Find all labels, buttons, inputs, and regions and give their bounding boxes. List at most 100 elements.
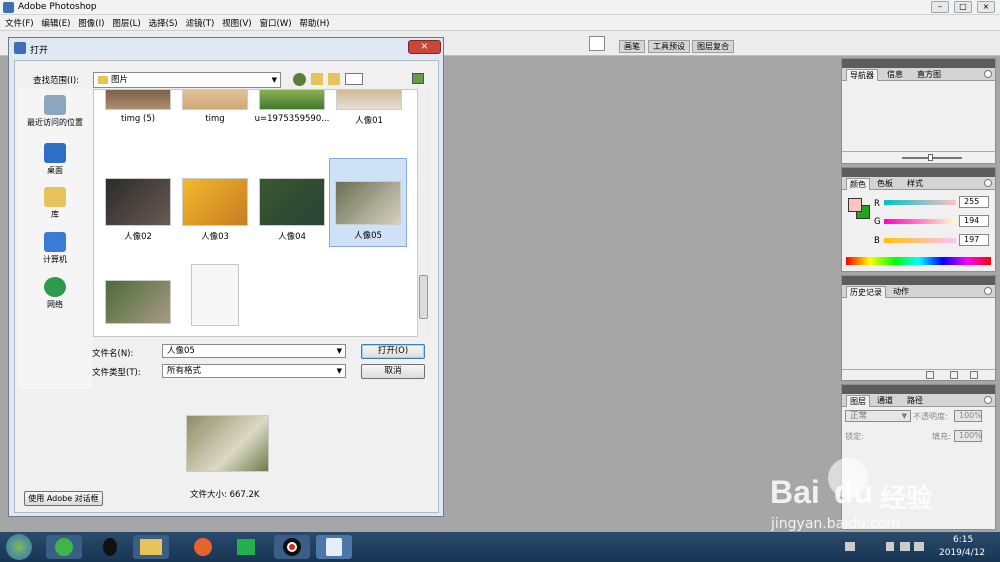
file-size-label: 文件大小: 667.2K	[190, 490, 260, 500]
dialog-title-bar: 打开 ×	[9, 38, 443, 58]
tab-info[interactable]: 信息	[884, 69, 906, 80]
place-computer[interactable]: 计算机	[18, 232, 92, 265]
use-adobe-dialog-button[interactable]: 使用 Adobe 对话框	[24, 491, 103, 506]
place-library[interactable]: 库	[18, 187, 92, 220]
minimize-button[interactable]: –	[931, 1, 949, 13]
keyboard-icon[interactable]	[845, 542, 855, 551]
filetype-select[interactable]: 所有格式 ▼	[162, 364, 346, 378]
foreground-color-swatch[interactable]	[848, 198, 862, 212]
file-item[interactable]: u=1975359590...	[254, 90, 330, 124]
dialog-close-button[interactable]: ×	[408, 40, 441, 54]
r-label: R	[874, 199, 880, 209]
screen-recorder-icon[interactable]	[274, 535, 310, 559]
tab-tool-presets[interactable]: 工具预设	[648, 40, 690, 53]
trash-icon[interactable]	[970, 371, 978, 379]
place-recent[interactable]: 最近访问的位置	[18, 95, 92, 128]
tab-styles[interactable]: 样式	[904, 178, 926, 189]
iqiyi-icon[interactable]	[228, 535, 264, 559]
panel-menu-icon[interactable]	[984, 70, 992, 78]
tab-layer-comps[interactable]: 图层复合	[692, 40, 734, 53]
menu-select[interactable]: 选择(S)	[149, 17, 178, 29]
blend-mode-select[interactable]: 正常 ▼	[845, 410, 911, 422]
file-item[interactable]: 人像03	[177, 178, 253, 242]
tab-brushes[interactable]: 画笔	[619, 40, 645, 53]
file-list-scrollbar[interactable]	[417, 89, 429, 337]
firefox-icon[interactable]	[185, 535, 221, 559]
place-network[interactable]: 网络	[18, 277, 92, 310]
chevron-down-icon: ▼	[271, 76, 277, 84]
menu-filter[interactable]: 滤镜(T)	[185, 17, 214, 29]
zoom-slider-thumb[interactable]	[928, 154, 933, 161]
panel-menu-icon[interactable]	[984, 396, 992, 404]
up-folder-icon[interactable]	[311, 73, 323, 85]
open-button[interactable]: 打开(O)	[361, 344, 425, 359]
file-browser-icon[interactable]	[589, 36, 605, 51]
tab-color[interactable]: 颜色	[846, 178, 870, 190]
menu-file[interactable]: 文件(F)	[5, 17, 34, 29]
menu-edit[interactable]: 编辑(E)	[41, 17, 70, 29]
flag-icon[interactable]	[886, 542, 894, 551]
back-icon[interactable]	[293, 73, 306, 86]
cancel-button[interactable]: 取消	[361, 364, 425, 379]
file-item[interactable]: 人像01	[331, 90, 407, 126]
tab-paths[interactable]: 路径	[904, 395, 926, 406]
360-browser-icon[interactable]	[46, 535, 82, 559]
chevron-down-icon: ▼	[336, 367, 342, 375]
g-slider[interactable]	[884, 219, 956, 224]
file-item-selected[interactable]: 人像05	[329, 158, 407, 247]
maximize-button[interactable]: □	[954, 1, 972, 13]
adobe-folder-icon[interactable]	[412, 73, 424, 84]
image-thumbnail	[259, 178, 325, 226]
qq-icon[interactable]	[92, 535, 128, 559]
tab-channels[interactable]: 通道	[874, 395, 896, 406]
app-close-button[interactable]: ×	[977, 1, 995, 13]
tab-layers[interactable]: 图层	[846, 395, 870, 407]
b-value-input[interactable]: 197	[959, 234, 989, 246]
r-slider[interactable]	[884, 200, 956, 205]
menu-layer[interactable]: 图层(L)	[112, 17, 140, 29]
file-item[interactable]: 人像02	[100, 178, 176, 242]
place-desktop[interactable]: 桌面	[18, 143, 92, 176]
color-spectrum-bar[interactable]	[846, 257, 991, 265]
fill-input[interactable]: 100%	[954, 430, 982, 442]
file-item[interactable]	[100, 280, 176, 328]
image-thumbnail	[259, 90, 325, 110]
file-item[interactable]: 人像04	[254, 178, 330, 242]
network-tray-icon[interactable]	[914, 542, 924, 551]
clock-time[interactable]: 6:15	[953, 535, 973, 545]
tab-actions[interactable]: 动作	[890, 286, 912, 297]
recent-places-icon	[44, 95, 66, 115]
g-label: G	[874, 217, 881, 227]
new-snapshot-icon[interactable]	[926, 371, 934, 379]
b-slider[interactable]	[884, 238, 956, 243]
file-item[interactable]: timg	[177, 90, 253, 124]
view-menu-icon[interactable]	[345, 73, 363, 85]
r-value-input[interactable]: 255	[959, 196, 989, 208]
menu-window[interactable]: 窗口(W)	[260, 17, 292, 29]
new-document-icon[interactable]	[950, 371, 958, 379]
new-folder-icon[interactable]	[328, 73, 340, 85]
menu-view[interactable]: 视图(V)	[222, 17, 251, 29]
file-explorer-icon[interactable]	[133, 535, 169, 559]
tab-history[interactable]: 历史记录	[846, 286, 886, 298]
tab-swatches[interactable]: 色板	[874, 178, 896, 189]
volume-icon[interactable]	[900, 542, 910, 551]
history-panel: 历史记录 动作	[841, 275, 996, 381]
menu-image[interactable]: 图像(I)	[78, 17, 104, 29]
lookin-select[interactable]: 图片 ▼	[93, 72, 281, 88]
start-button-icon[interactable]	[6, 534, 32, 560]
opacity-input[interactable]: 100%	[954, 410, 982, 422]
filename-input[interactable]: 人像05 ▼	[162, 344, 346, 358]
panel-menu-icon[interactable]	[984, 287, 992, 295]
file-item[interactable]	[177, 264, 253, 326]
g-value-input[interactable]: 194	[959, 215, 989, 227]
file-item[interactable]: timg (5)	[100, 90, 176, 124]
lookin-label: 查找范围(I):	[33, 76, 80, 86]
panel-menu-icon[interactable]	[984, 179, 992, 187]
scrollbar-thumb[interactable]	[419, 275, 428, 319]
clock-date[interactable]: 2019/4/12	[939, 548, 985, 558]
tab-histogram[interactable]: 直方图	[914, 69, 944, 80]
menu-help[interactable]: 帮助(H)	[299, 17, 329, 29]
photoshop-taskbar-icon[interactable]	[316, 535, 352, 559]
tab-navigator[interactable]: 导航器	[846, 69, 878, 81]
